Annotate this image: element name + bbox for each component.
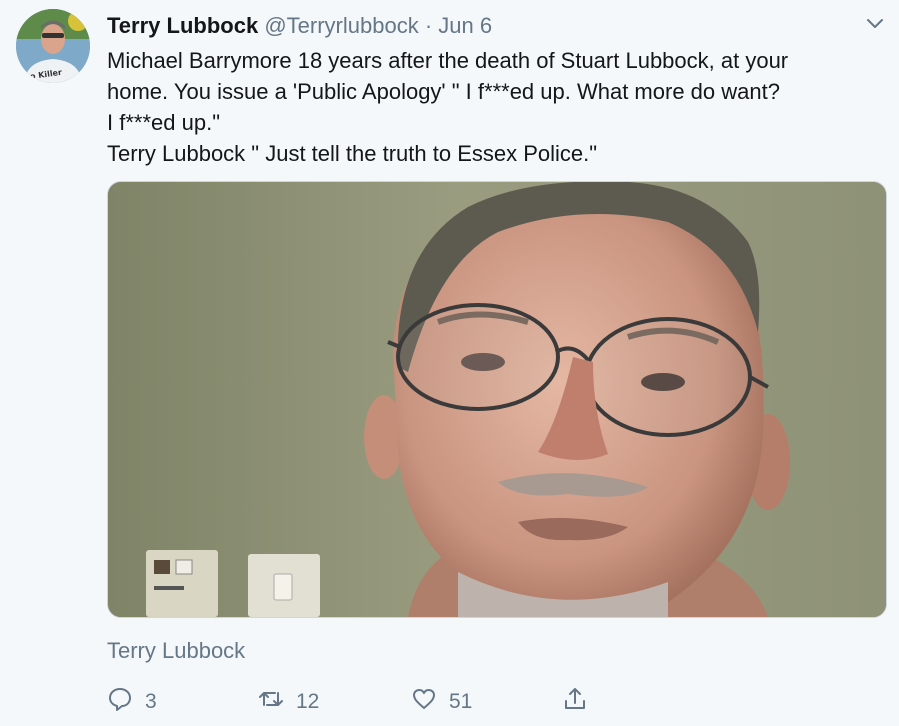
tweet-text-line: home. You issue a 'Public Apology' " I f…: [107, 79, 780, 104]
tweet-header: Terry Lubbock @Terryrlubbock · Jun 6: [107, 12, 492, 40]
heart-icon: [411, 686, 437, 717]
tweet-text-line: Terry Lubbock " Just tell the truth to E…: [107, 141, 598, 166]
retweet-count: 12: [296, 689, 320, 713]
retweet-icon: [258, 686, 284, 717]
share-icon: [562, 686, 588, 717]
like-count: 51: [449, 689, 473, 713]
tweet-date[interactable]: Jun 6: [438, 13, 492, 38]
media-caption[interactable]: Terry Lubbock: [107, 637, 245, 665]
tweet-text: Michael Barrymore 18 years after the dea…: [107, 45, 877, 169]
author-handle[interactable]: @Terryrlubbock: [264, 13, 418, 38]
header-separator: ·: [424, 13, 433, 38]
like-button[interactable]: 51: [411, 686, 472, 717]
reply-button[interactable]: 3: [107, 686, 157, 717]
retweet-button[interactable]: 12: [258, 686, 319, 717]
author-name[interactable]: Terry Lubbock: [107, 13, 258, 38]
author-avatar[interactable]: o Killer: [16, 9, 90, 83]
reply-count: 3: [145, 689, 157, 713]
tweet-photo[interactable]: [107, 181, 887, 618]
reply-icon: [107, 686, 133, 717]
chevron-down-icon[interactable]: [864, 12, 886, 34]
share-button[interactable]: [562, 686, 588, 717]
tweet-text-line: I f***ed up.": [107, 110, 220, 135]
tweet-text-line: Michael Barrymore 18 years after the dea…: [107, 48, 789, 73]
tweet-actions: 3 12 51: [0, 686, 899, 722]
